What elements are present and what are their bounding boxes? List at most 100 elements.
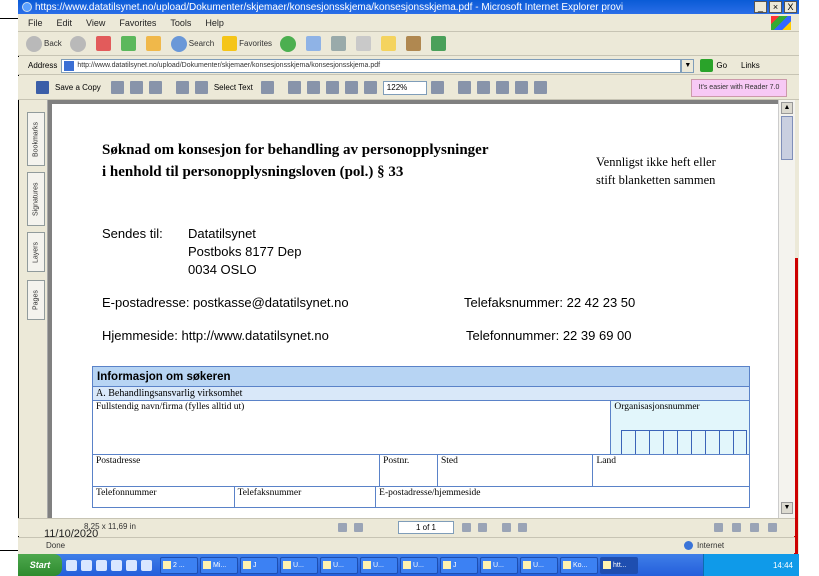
minimize-button[interactable]: _ (754, 1, 767, 13)
document-viewport[interactable]: Søknad om konsesjon for behandling av pe… (48, 100, 778, 518)
restore-button[interactable]: × (769, 1, 782, 13)
continuous-icon[interactable] (732, 523, 741, 532)
zoom-out-icon[interactable] (306, 81, 320, 94)
export-icon[interactable] (514, 81, 528, 94)
fit-page-icon[interactable] (344, 81, 358, 94)
research-button[interactable] (406, 36, 423, 51)
task-label: U... (413, 561, 424, 569)
save-copy-button[interactable]: Save a Copy (55, 83, 101, 92)
links-button[interactable]: Links (741, 61, 760, 70)
previous-view-icon[interactable] (502, 523, 511, 532)
phone-field[interactable]: Telefonnummer (93, 487, 235, 507)
quicklaunch-desktop-icon[interactable] (96, 559, 107, 571)
hand-tool-icon[interactable] (175, 81, 189, 94)
task-button[interactable]: J (440, 556, 478, 574)
home-button[interactable] (145, 36, 163, 51)
post-address-field[interactable]: Postadresse (93, 455, 381, 486)
fax-field[interactable]: Telefaksnummer (235, 487, 377, 507)
scroll-thumb[interactable] (781, 116, 793, 160)
last-page-icon[interactable] (478, 523, 487, 532)
country-field[interactable]: Land (593, 455, 749, 486)
rotate-icon[interactable] (457, 81, 471, 94)
post-number-field[interactable]: Postnr. (380, 455, 438, 486)
place-field[interactable]: Sted (438, 455, 594, 486)
messenger-button[interactable] (431, 36, 448, 51)
menu-tools[interactable]: Tools (170, 18, 191, 28)
continuous-facing-icon[interactable] (768, 523, 777, 532)
print-doc-icon[interactable] (110, 81, 124, 94)
tab-layers[interactable]: Layers (27, 232, 45, 272)
task-button[interactable]: Mi... (200, 556, 238, 574)
task-button[interactable]: U... (520, 556, 558, 574)
discuss-button[interactable] (381, 36, 398, 51)
print-button[interactable] (331, 36, 348, 51)
address-dropdown-button[interactable]: ▼ (681, 58, 695, 73)
menu-favorites[interactable]: Favorites (119, 18, 156, 28)
quicklaunch-excel-icon[interactable] (126, 559, 137, 571)
tab-bookmarks[interactable]: Bookmarks (27, 112, 45, 166)
menu-view[interactable]: View (86, 18, 105, 28)
task-button[interactable]: Ko... (560, 556, 598, 574)
task-button[interactable]: U... (280, 556, 318, 574)
next-view-icon[interactable] (518, 523, 527, 532)
actual-size-icon[interactable] (325, 81, 339, 94)
tab-pages[interactable]: Pages (27, 280, 45, 320)
menu-edit[interactable]: Edit (57, 18, 73, 28)
vertical-scrollbar[interactable]: ▲ ▼ (778, 100, 795, 518)
task-button[interactable]: U... (360, 556, 398, 574)
start-button[interactable]: Start (18, 554, 62, 576)
task-button[interactable]: U... (400, 556, 438, 574)
quicklaunch-outlook-icon[interactable] (81, 559, 92, 571)
first-page-icon[interactable] (338, 523, 347, 532)
back-button[interactable]: Back (26, 35, 62, 52)
reader-promo-button[interactable]: It's easier with Reader 7.0 (691, 78, 787, 97)
address-input[interactable]: http://www.datatilsynet.no/upload/Dokume… (61, 58, 682, 73)
mail-button[interactable] (306, 36, 323, 51)
single-page-icon[interactable] (714, 523, 723, 532)
go-button[interactable]: Go (700, 59, 727, 72)
task-button[interactable]: U... (320, 556, 358, 574)
tools-icon[interactable] (533, 81, 547, 94)
scroll-down-button[interactable]: ▼ (781, 502, 793, 514)
edit-button[interactable] (356, 36, 373, 51)
fit-width-icon[interactable] (363, 81, 377, 94)
menu-file[interactable]: File (28, 18, 43, 28)
email-web-field[interactable]: E-postadresse/hjemmeside (376, 487, 749, 507)
document-info-icon[interactable] (495, 81, 509, 94)
previous-page-icon[interactable] (354, 523, 363, 532)
refresh-button[interactable] (120, 36, 138, 51)
facing-icon[interactable] (750, 523, 759, 532)
research-icon (406, 36, 422, 51)
quicklaunch-more-icon[interactable] (141, 559, 152, 571)
task-button[interactable]: U... (480, 556, 518, 574)
zoom-icon[interactable] (287, 81, 301, 94)
redo-icon[interactable] (476, 81, 490, 94)
full-name-field[interactable]: Fullstendig navn/firma (fylles alltid ut… (93, 401, 612, 454)
tab-signatures[interactable]: Signatures (27, 172, 45, 226)
search-button[interactable]: Search (170, 35, 214, 52)
close-button[interactable]: X (784, 1, 797, 13)
favorites-button[interactable]: Favorites (222, 36, 272, 51)
messenger-icon (431, 36, 447, 51)
find-icon[interactable] (148, 81, 162, 94)
quicklaunch-ie-icon[interactable] (66, 559, 77, 571)
select-text-button[interactable]: Select Text (214, 83, 253, 92)
zoom-input[interactable]: 122% (382, 80, 427, 95)
next-page-icon[interactable] (462, 523, 471, 532)
email-doc-icon[interactable] (129, 81, 143, 94)
clock[interactable]: 14:44 (773, 561, 793, 570)
org-number-field[interactable]: Organisasjonsnummer (611, 401, 749, 454)
stop-button[interactable] (95, 36, 113, 51)
quicklaunch-word-icon[interactable] (111, 559, 122, 571)
forward-button[interactable] (69, 35, 88, 52)
zoom-in-icon[interactable] (430, 81, 444, 94)
task-button[interactable]: J (240, 556, 278, 574)
task-button-active[interactable]: htt... (600, 556, 638, 574)
page-number-input[interactable]: 1 of 1 (398, 521, 454, 534)
media-button[interactable] (280, 35, 298, 52)
table-row: Postadresse Postnr. Sted Land (93, 455, 749, 487)
snapshot-icon[interactable] (260, 81, 274, 94)
menu-help[interactable]: Help (205, 18, 224, 28)
scroll-up-button[interactable]: ▲ (781, 102, 793, 114)
task-button[interactable]: 2 ... (160, 556, 198, 574)
